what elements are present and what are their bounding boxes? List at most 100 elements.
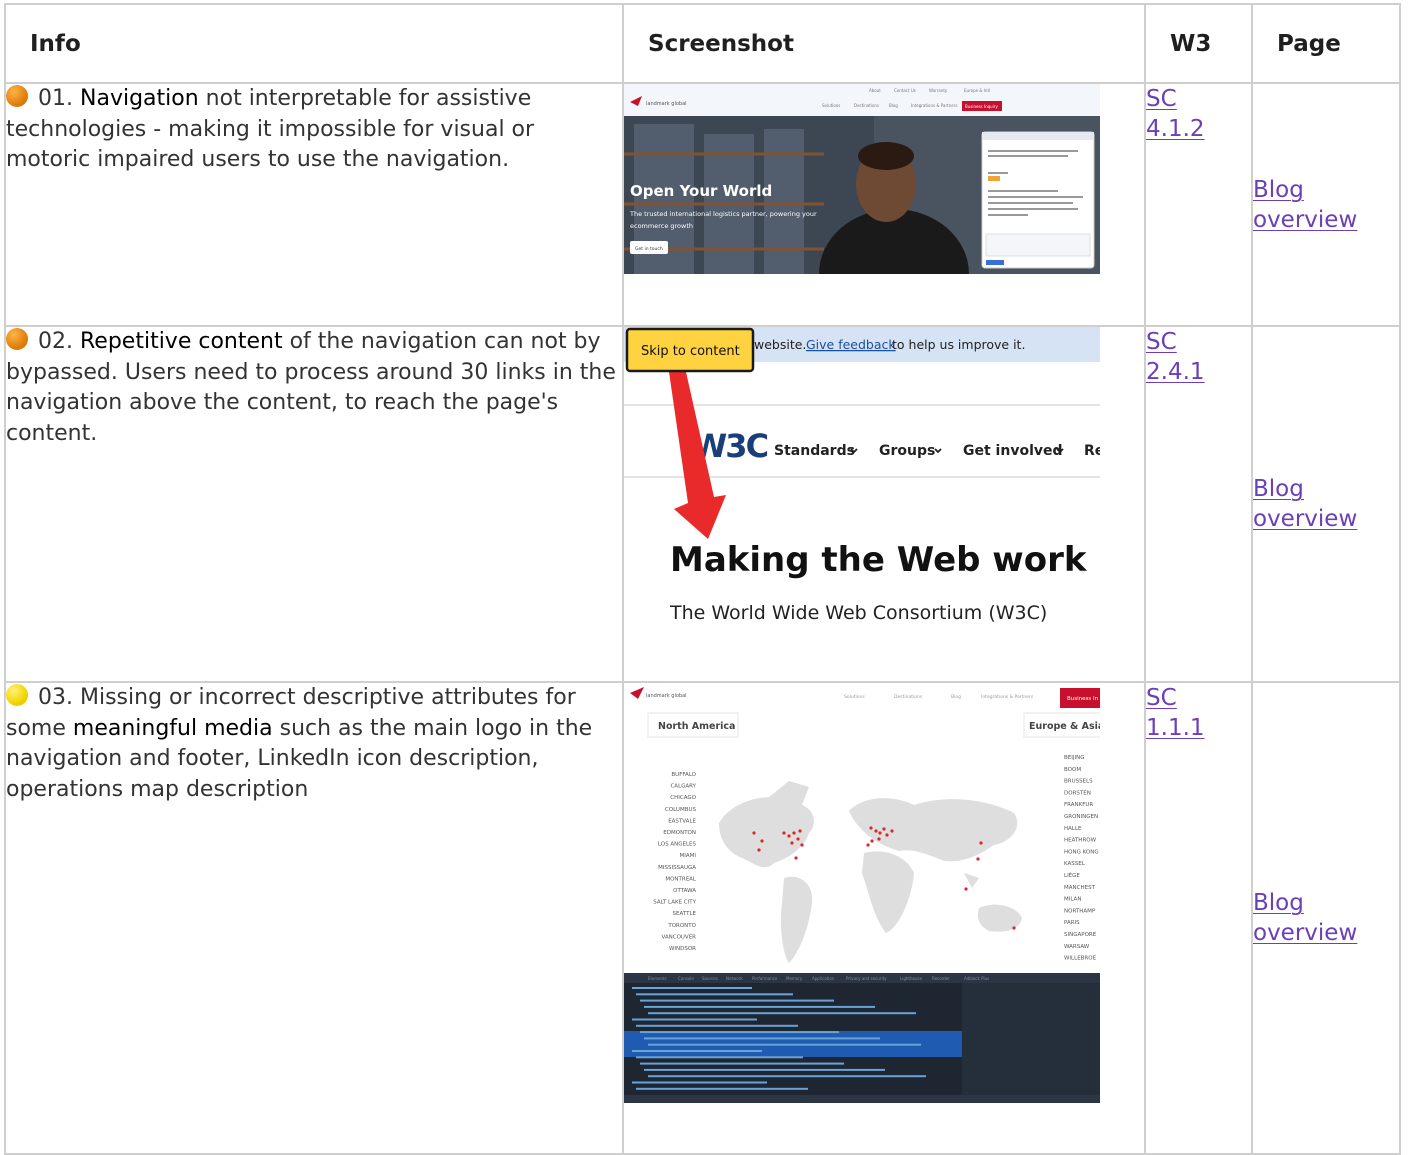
city-label: LIÈGE [1064,871,1080,879]
city-label: EASTVALE [668,818,696,824]
screenshot-cell: website. Give feedback to help us improv… [622,325,1146,683]
city-label: MIAMI [680,853,697,859]
table-header-row: Info Screenshot W3 Page [4,3,1401,84]
shot-skip-link: Skip to content [641,344,740,359]
page-cell: Blog overview [1251,325,1401,683]
shot-page-title: Making the Web work [670,540,1088,580]
city-label: SINGAPORE [1064,932,1097,938]
page-cell: Blog overview [1251,681,1401,1155]
shot-cta: Get in touch [635,246,663,252]
svg-text:Solutions: Solutions [844,694,865,700]
shot-nav-get-involved: Get involved [963,443,1063,459]
sc-link[interactable]: SC 1.1.1 [1146,685,1205,741]
page-cell: Blog overview [1251,82,1401,327]
city-label: MISSISSAUGA [658,865,696,871]
page-link[interactable]: Blog overview [1253,177,1357,233]
svg-text:Warranty: Warranty [929,88,948,93]
screenshot-image-navigation: landmark global About Contact Us Warranty E… [624,84,1100,339]
svg-text:Recorder: Recorder [932,976,950,981]
svg-text:Performance: Performance [752,976,778,981]
city-label: BRUSSELS [1064,779,1093,785]
svg-text:website.: website. [754,337,806,352]
svg-text:Privacy and security: Privacy and security [846,976,887,981]
city-label: WILLEBROE [1064,956,1097,962]
severity-yellow-icon [6,684,28,706]
svg-text:Integrations & Partners: Integrations & Partners [911,103,957,108]
shot-page-subtitle: The World Wide Web Consortium (W3C) [669,602,1047,624]
city-label: BOOM [1064,767,1081,773]
svg-text:Application: Application [812,976,835,981]
svg-text:Destinations: Destinations [854,103,879,108]
svg-text:Adblock Plus: Adblock Plus [964,976,989,981]
info-cell: 02. Repetitive content of the navigation… [4,325,624,683]
table-row: 02. Repetitive content of the navigation… [4,325,1401,683]
issue-number: 03. [38,685,73,710]
city-label: LOS ANGELES [658,842,697,848]
severity-orange-icon [6,85,28,107]
sc-cell: SC 4.1.2 [1144,82,1253,327]
sc-link[interactable]: SC 4.1.2 [1146,86,1205,142]
city-label: MANCHEST [1064,885,1096,891]
city-label: BUFFALO [671,772,696,778]
city-label: VANCOUVER [661,934,696,940]
sc-link[interactable]: SC 2.4.1 [1146,329,1205,385]
sc-cell: SC 2.4.1 [1144,325,1253,683]
svg-text:Solutions: Solutions [822,103,840,108]
city-label: OTTAWA [673,888,696,894]
city-label: CALGARY [670,784,696,790]
screenshot-image-map: landmark global Solutions Destinations Blo… [624,683,1105,1103]
svg-text:Contact Us: Contact Us [894,88,916,93]
city-label: KASSEL [1064,861,1086,867]
shot-nav-button: Business Inquiry [965,104,998,109]
header-screenshot: Screenshot [622,3,1146,84]
svg-text:landmark global: landmark global [646,101,687,107]
city-label: EDMONTON [663,830,696,836]
header-page: Page [1251,3,1401,84]
city-label: SALT LAKE CITY [653,900,696,906]
svg-text:Europe & Intl: Europe & Intl [964,88,990,93]
page-link[interactable]: Blog overview [1253,476,1357,532]
issue-keyword: Repetitive content [80,329,283,354]
svg-text:About: About [869,88,881,93]
svg-text:Network: Network [726,976,743,981]
audit-table: Info Screenshot W3 Page 01. Navigation n… [4,3,1401,1155]
shot-banner-link: Give feedback [806,337,896,352]
header-info: Info [4,3,624,84]
table-row: 01. Navigation not interpretable for ass… [4,82,1401,339]
info-cell: 03. Missing or incorrect descriptive att… [4,681,624,1155]
city-label: DORSTEN [1064,790,1091,796]
shot-nav-groups: Groups [879,443,935,459]
svg-text:Elements: Elements [648,976,667,981]
city-label: CHICAGO [670,795,696,801]
city-label: PARIS [1064,920,1080,926]
screenshot-cell: landmark global Solutions Destinations Blo… [622,681,1146,1155]
shot-map-left-title: North America [658,721,735,732]
svg-text:Memory: Memory [786,976,803,981]
screenshot-cell: landmark global About Contact Us Warranty E… [622,82,1146,339]
info-cell: 01. Navigation not interpretable for ass… [4,82,624,327]
header-w3: W3 [1144,3,1253,84]
city-label: GRONINGEN [1064,814,1098,820]
shot-sub2: ecommerce growth [630,222,693,230]
sc-cell: SC 1.1.1 [1144,681,1253,1155]
shot-nav-button: Business In [1067,696,1099,702]
issue-number: 01. [38,86,73,111]
shot-map-right-title: Europe & Asia [1029,721,1100,732]
svg-text:Blog: Blog [951,694,961,700]
city-label: HONG KONG [1064,849,1099,855]
shot-banner-post: to help us improve it. [892,337,1025,352]
screenshot-image-skip-link: website. Give feedback to help us improv… [624,327,1104,627]
city-label: MILAN [1064,897,1081,903]
city-label: COLUMBUS [665,807,697,813]
city-label: HEATHROW [1064,838,1097,844]
issue-keyword: Navigation [80,86,199,111]
issue-keyword: meaningful media [72,715,273,741]
svg-text:Blog: Blog [889,103,898,108]
severity-orange-icon [6,328,28,350]
city-label: WINDSOR [669,946,696,952]
city-label: BEIJING [1064,755,1085,761]
shot-nav-standards: Standards [774,443,855,459]
city-label: MONTREAL [665,876,697,882]
svg-text:Console: Console [678,976,694,981]
page-link[interactable]: Blog overview [1253,890,1357,946]
